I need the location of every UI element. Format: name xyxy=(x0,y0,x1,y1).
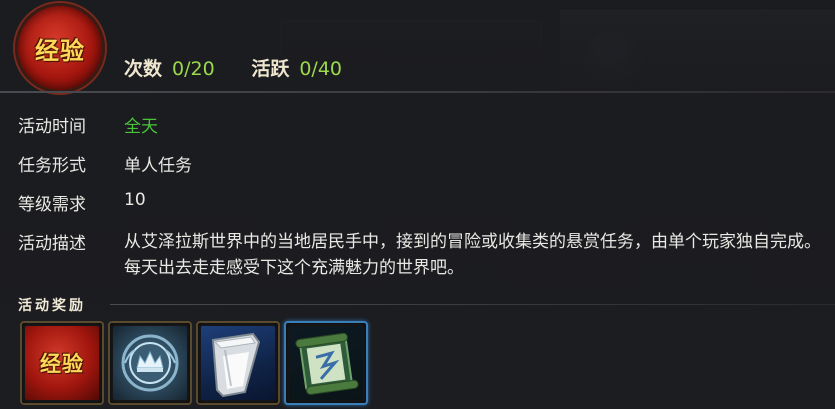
time-label: 活动时间 xyxy=(18,117,86,137)
header-divider xyxy=(0,91,835,93)
count-value: 0/20 xyxy=(172,58,215,80)
reward-slot-reputation[interactable] xyxy=(108,321,192,405)
activity-value: 0/40 xyxy=(299,58,342,80)
desc-label: 活动描述 xyxy=(18,234,86,254)
reward-slot-milk[interactable] xyxy=(196,321,280,405)
activity-stat: 活跃 0/40 xyxy=(251,54,342,81)
exp-badge-icon: 经验 xyxy=(15,3,105,93)
desc-value: 从艾泽拉斯世界中的当地居民手中，接到的冒险或收集类的悬赏任务，由单个玩家独自完成… xyxy=(124,232,821,278)
activity-stats: 次数 0/20 活跃 0/40 xyxy=(124,54,372,81)
form-value: 单人任务 xyxy=(124,156,192,176)
scroll-icon xyxy=(289,326,363,400)
milk-cup-icon xyxy=(201,326,275,400)
reward-title: 活动奖励 xyxy=(18,298,86,314)
reward-divider xyxy=(110,304,835,305)
exp-badge-label: 经验 xyxy=(35,35,85,65)
activity-label: 活跃 xyxy=(251,58,290,80)
activity-detail-panel: 经验 次数 0/20 活跃 0/40 活动时间 全天 任务形式 单人任务 等级需求 … xyxy=(0,0,835,409)
count-label: 次数 xyxy=(124,58,163,80)
exp-icon: 经验 xyxy=(25,326,99,400)
count-stat: 次数 0/20 xyxy=(124,54,215,81)
reward-exp-label: 经验 xyxy=(40,351,84,376)
level-label: 等级需求 xyxy=(18,195,86,215)
reward-slot-exp[interactable]: 经验 xyxy=(20,321,104,405)
crown-emblem-icon xyxy=(113,326,187,400)
time-value: 全天 xyxy=(124,117,158,137)
reward-slot-scroll[interactable] xyxy=(284,321,368,405)
level-value: 10 xyxy=(124,190,146,210)
form-label: 任务形式 xyxy=(18,156,86,176)
